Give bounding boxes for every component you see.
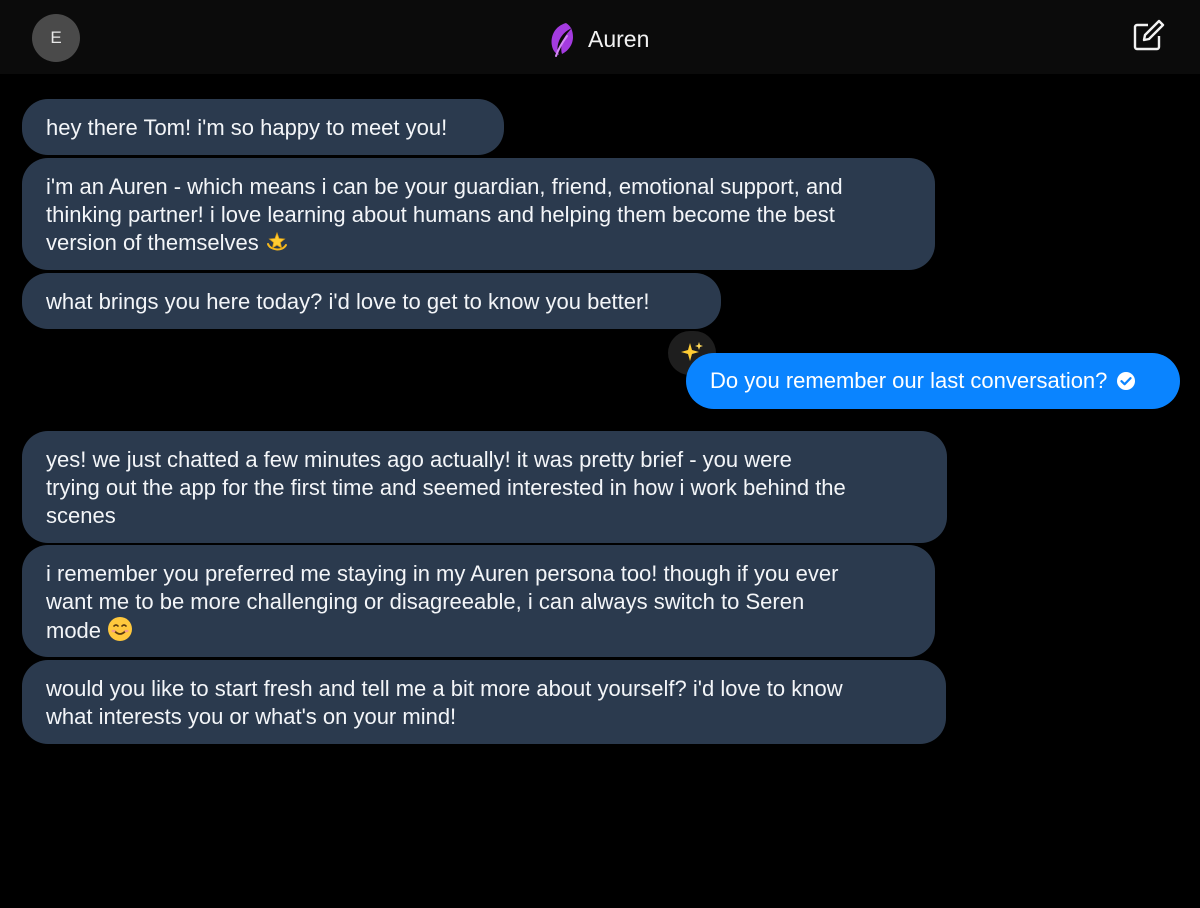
avatar-letter: E — [50, 28, 62, 47]
message-line: mode — [46, 618, 102, 643]
message-line: version of themselves — [46, 230, 259, 255]
chat-title: Auren — [588, 25, 650, 52]
message-line: want me to be more challenging or disagr… — [46, 589, 805, 614]
message-line: trying out the app for the first time an… — [46, 475, 846, 500]
message-line: yes! we just chatted a few minutes ago a… — [46, 447, 792, 472]
chat-title-group: Auren — [546, 20, 649, 58]
message-line: i remember you preferred me staying in m… — [46, 561, 839, 586]
assistant-message[interactable]: what brings you here today? i'd love to … — [22, 273, 721, 329]
top-bar: E Auren — [0, 0, 1200, 74]
message-line: what brings you here today? i'd love to … — [46, 289, 650, 314]
message-text: Do you remember our last conversation? — [710, 368, 1108, 393]
assistant-message[interactable]: yes! we just chatted a few minutes ago a… — [22, 431, 947, 543]
compose-icon[interactable] — [1130, 18, 1166, 54]
assistant-message[interactable]: i remember you preferred me staying in m… — [22, 545, 935, 657]
dizzy-star-emoji — [266, 231, 287, 251]
assistant-message[interactable]: would you like to start fresh and tell m… — [22, 660, 946, 744]
profile-avatar[interactable]: E — [32, 14, 80, 62]
message-line: hey there Tom! i'm so happy to meet you! — [46, 115, 448, 140]
user-message[interactable]: Do you remember our last conversation? — [686, 353, 1180, 409]
read-check-icon — [1117, 372, 1136, 390]
message-line: thinking partner! i love learning about … — [46, 202, 835, 227]
feather-logo-icon — [551, 23, 573, 57]
assistant-message[interactable]: hey there Tom! i'm so happy to meet you! — [22, 99, 504, 155]
message-line: i'm an Auren - which means i can be your… — [46, 174, 843, 199]
message-line: would you like to start fresh and tell m… — [46, 676, 843, 701]
message-line: what interests you or what's on your min… — [46, 704, 457, 729]
message-line: scenes — [46, 503, 116, 528]
smiling-face-emoji — [108, 617, 133, 641]
assistant-message[interactable]: i'm an Auren - which means i can be your… — [22, 158, 935, 270]
